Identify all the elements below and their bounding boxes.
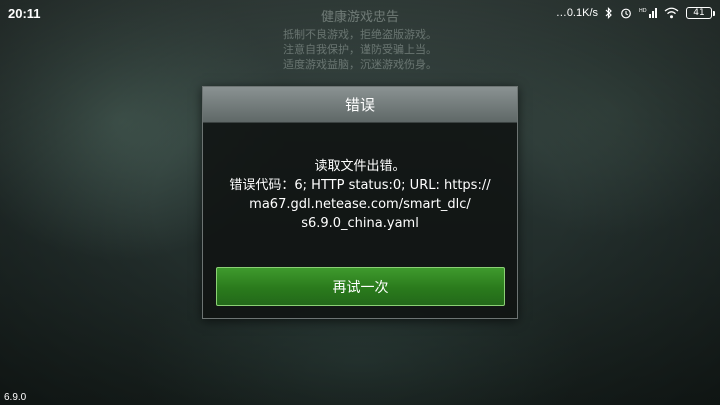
status-time: 20:11: [8, 5, 41, 21]
message-line: 读取文件出错。: [314, 159, 406, 174]
battery-icon: 41: [686, 7, 715, 19]
battery-level: 41: [693, 8, 705, 18]
version-label: 6.9.0: [4, 392, 27, 403]
wifi-icon: [664, 7, 679, 19]
alarm-icon: [620, 7, 632, 19]
status-indicators: …0.1K/s HD 41: [555, 7, 715, 19]
message-line: ma67.gdl.netease.com/smart_dlc/: [249, 197, 471, 212]
error-dialog: 错误 读取文件出错。 错误代码：6; HTTP status:0; URL: h…: [202, 86, 518, 319]
network-speed: …0.1K/s: [555, 7, 598, 19]
dialog-title: 错误: [203, 87, 517, 123]
svg-text:HD: HD: [639, 8, 647, 14]
error-message: 读取文件出错。 错误代码：6; HTTP status:0; URL: http…: [217, 157, 503, 233]
bluetooth-icon: [605, 7, 613, 19]
status-bar: 20:11 …0.1K/s HD 41: [0, 0, 720, 26]
signal-icon: HD: [639, 7, 657, 19]
message-line: 错误代码：6; HTTP status:0; URL: https://: [229, 178, 491, 193]
message-line: s6.9.0_china.yaml: [301, 216, 419, 231]
retry-button[interactable]: 再试一次: [216, 267, 505, 306]
